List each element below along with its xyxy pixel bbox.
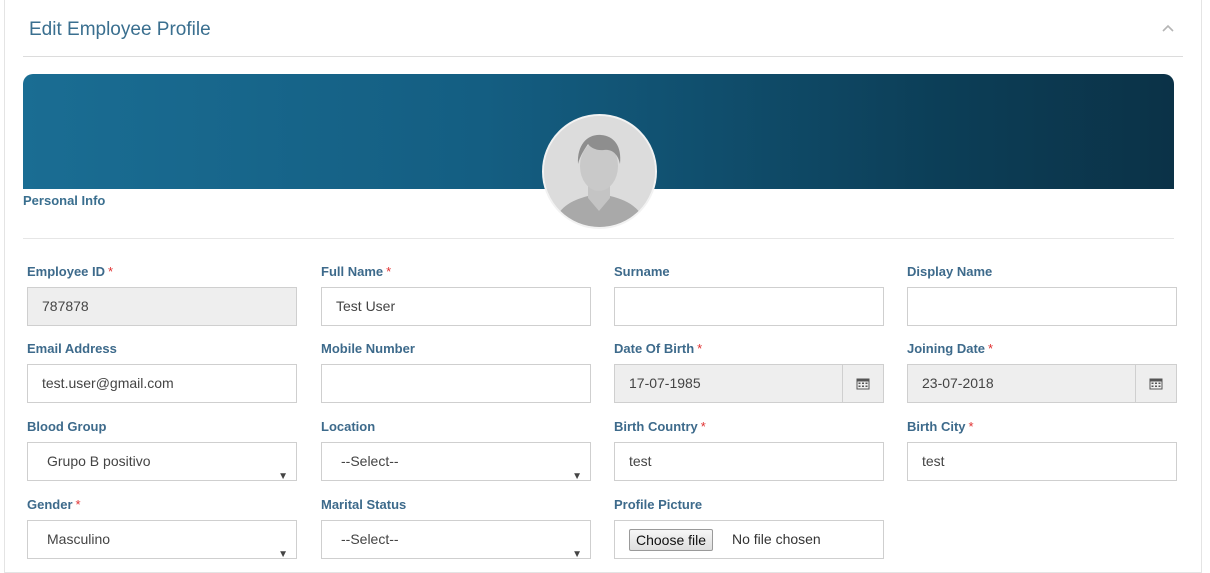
blood-group-field: Blood Group Grupo B positivo ▼ (27, 419, 297, 482)
location-label: Location (321, 419, 376, 434)
dob-input[interactable]: 17-07-1985 (614, 364, 842, 403)
dob-field: Date Of Birth * 17-07-1985 (614, 341, 884, 403)
gender-value: Masculino (47, 531, 111, 547)
dob-calendar-button[interactable] (842, 364, 884, 403)
display-name-field: Display Name (907, 264, 1177, 326)
profile-picture-field: Profile Picture Choose file No file chos… (614, 497, 884, 559)
location-value: --Select-- (341, 453, 399, 469)
file-status-text: No file chosen (732, 531, 821, 547)
joining-date-field: Joining Date * 23-07-2018 (907, 341, 1177, 403)
mobile-input[interactable] (321, 364, 591, 403)
birth-city-input[interactable]: test (907, 442, 1177, 481)
user-avatar (542, 114, 657, 229)
divider (23, 238, 1174, 239)
birth-city-field: Birth City * test (907, 419, 1177, 481)
email-label: Email Address (27, 341, 117, 356)
profile-picture-file-input: Choose file No file chosen (614, 520, 884, 559)
birth-country-label: Birth Country * (614, 419, 706, 434)
birth-country-field: Birth Country * test (614, 419, 884, 481)
marital-status-field: Marital Status --Select-- ▼ (321, 497, 591, 560)
employee-id-label: Employee ID * (27, 264, 114, 279)
mobile-label: Mobile Number (321, 341, 415, 356)
surname-label: Surname (614, 264, 670, 279)
employee-id-field: Employee ID * 787878 (27, 264, 297, 326)
caret-down-icon: ▼ (572, 471, 582, 482)
choose-file-button[interactable]: Choose file (629, 529, 714, 551)
blood-group-value: Grupo B positivo (47, 453, 151, 469)
page-title: Edit Employee Profile (29, 19, 211, 40)
blood-group-select[interactable]: Grupo B positivo ▼ (27, 442, 297, 482)
gender-label: Gender * (27, 497, 81, 512)
full-name-field: Full Name * Test User (321, 264, 591, 326)
gender-field: Gender * Masculino ▼ (27, 497, 297, 560)
joining-date-label: Joining Date * (907, 341, 994, 356)
panel-header: Edit Employee Profile (23, 0, 1183, 57)
section-label-personal-info: Personal Info (23, 193, 106, 208)
marital-status-value: --Select-- (341, 531, 399, 547)
full-name-label: Full Name * (321, 264, 392, 279)
calendar-icon (1149, 378, 1163, 390)
display-name-label: Display Name (907, 264, 993, 279)
joining-date-calendar-button[interactable] (1135, 364, 1177, 403)
marital-status-select[interactable]: --Select-- ▼ (321, 520, 591, 560)
calendar-icon (856, 378, 870, 390)
caret-down-icon: ▼ (572, 549, 582, 560)
full-name-input[interactable]: Test User (321, 287, 591, 326)
location-select[interactable]: --Select-- ▼ (321, 442, 591, 482)
mobile-field: Mobile Number (321, 341, 591, 403)
caret-down-icon: ▼ (278, 549, 288, 560)
gender-select[interactable]: Masculino ▼ (27, 520, 297, 560)
birth-city-label: Birth City * (907, 419, 974, 434)
employee-id-input[interactable]: 787878 (27, 287, 297, 326)
birth-country-input[interactable]: test (614, 442, 884, 481)
blood-group-label: Blood Group (27, 419, 107, 434)
surname-field: Surname (614, 264, 884, 326)
profile-picture-label: Profile Picture (614, 497, 703, 512)
display-name-input[interactable] (907, 287, 1177, 326)
location-field: Location --Select-- ▼ (321, 419, 591, 482)
email-field: Email Address test.user@gmail.com (27, 341, 297, 403)
dob-label: Date Of Birth * (614, 341, 703, 356)
joining-date-input[interactable]: 23-07-2018 (907, 364, 1135, 403)
marital-status-label: Marital Status (321, 497, 407, 512)
surname-input[interactable] (614, 287, 884, 326)
avatar-silhouette-icon (544, 116, 655, 227)
chevron-up-icon[interactable] (1159, 20, 1177, 38)
email-input[interactable]: test.user@gmail.com (27, 364, 297, 403)
caret-down-icon: ▼ (278, 471, 288, 482)
